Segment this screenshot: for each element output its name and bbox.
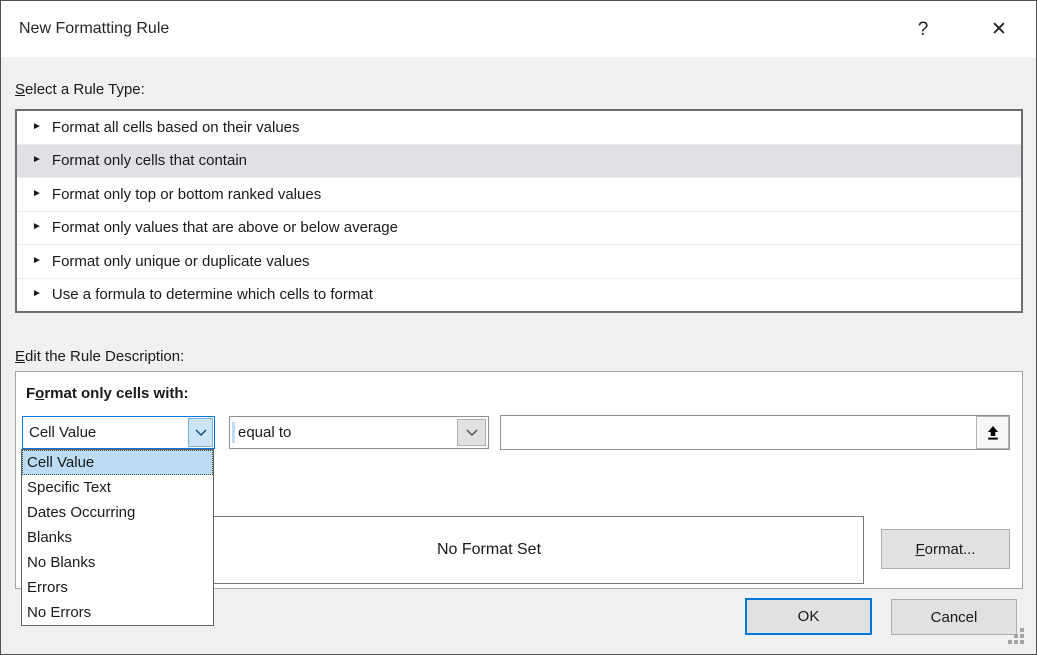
operator-combobox[interactable]: equal to xyxy=(229,416,489,449)
select-rule-type-label: Select a Rule Type: xyxy=(15,81,145,98)
titlebar: New Formatting Rule ? ✕ xyxy=(1,1,1036,57)
help-icon[interactable]: ? xyxy=(906,16,940,46)
dropdown-item-no-errors[interactable]: No Errors xyxy=(22,600,213,625)
rule-type-item-unique-duplicate[interactable]: ► Format only unique or duplicate values xyxy=(17,245,1021,279)
text-caret xyxy=(232,422,235,443)
format-only-cells-with-label: Format only cells with: xyxy=(26,385,189,402)
list-arrow-icon: ► xyxy=(32,121,42,132)
cell-value-combobox[interactable]: Cell Value xyxy=(22,416,215,449)
dropdown-item-blanks[interactable]: Blanks xyxy=(22,525,213,550)
dropdown-item-errors[interactable]: Errors xyxy=(22,575,213,600)
list-arrow-icon: ► xyxy=(32,188,42,199)
rule-type-item-use-formula[interactable]: ► Use a formula to determine which cells… xyxy=(17,279,1021,312)
format-preview-text: No Format Set xyxy=(437,541,541,559)
rule-type-label: Format all cells based on their values xyxy=(52,119,300,136)
new-formatting-rule-dialog: New Formatting Rule ? ✕ Select a Rule Ty… xyxy=(0,0,1037,655)
collapse-dialog-icon[interactable] xyxy=(976,416,1009,449)
chevron-down-icon[interactable] xyxy=(188,418,213,447)
close-icon[interactable]: ✕ xyxy=(982,16,1016,46)
list-arrow-icon: ► xyxy=(32,221,42,232)
rule-type-label: Format only unique or duplicate values xyxy=(52,253,310,270)
chevron-down-icon[interactable] xyxy=(457,419,486,446)
rule-type-label: Format only cells that contain xyxy=(52,152,247,169)
dropdown-item-cell-value[interactable]: Cell Value xyxy=(22,450,213,475)
operator-combobox-value: equal to xyxy=(238,424,291,441)
rule-type-item-top-bottom-ranked[interactable]: ► Format only top or bottom ranked value… xyxy=(17,178,1021,212)
rule-type-label: Format only top or bottom ranked values xyxy=(52,186,321,203)
rule-type-label: Format only values that are above or bel… xyxy=(52,219,398,236)
resize-grip[interactable] xyxy=(1008,628,1026,646)
value-input[interactable] xyxy=(500,415,1010,450)
rule-type-item-above-below-average[interactable]: ► Format only values that are above or b… xyxy=(17,212,1021,246)
list-arrow-icon: ► xyxy=(32,154,42,165)
cell-value-combobox-value: Cell Value xyxy=(29,424,96,441)
rule-type-list: ► Format all cells based on their values… xyxy=(15,109,1023,313)
list-arrow-icon: ► xyxy=(32,288,42,299)
format-button[interactable]: Format... xyxy=(881,529,1010,569)
rule-type-item-format-all-cells[interactable]: ► Format all cells based on their values xyxy=(17,111,1021,145)
format-preview-box: No Format Set xyxy=(114,516,864,584)
edit-rule-description-label: Edit the Rule Description: xyxy=(15,348,184,365)
ok-button[interactable]: OK xyxy=(745,598,872,635)
rule-type-label: Use a formula to determine which cells t… xyxy=(52,286,373,303)
dialog-title: New Formatting Rule xyxy=(19,20,169,38)
list-arrow-icon: ► xyxy=(32,255,42,266)
dropdown-item-dates-occurring[interactable]: Dates Occurring xyxy=(22,500,213,525)
cell-value-dropdown-list: Cell Value Specific Text Dates Occurring… xyxy=(21,449,214,626)
dropdown-item-specific-text[interactable]: Specific Text xyxy=(22,475,213,500)
cancel-button[interactable]: Cancel xyxy=(891,599,1017,635)
dropdown-item-no-blanks[interactable]: No Blanks xyxy=(22,550,213,575)
rule-type-item-format-only-cells[interactable]: ► Format only cells that contain xyxy=(17,145,1021,179)
